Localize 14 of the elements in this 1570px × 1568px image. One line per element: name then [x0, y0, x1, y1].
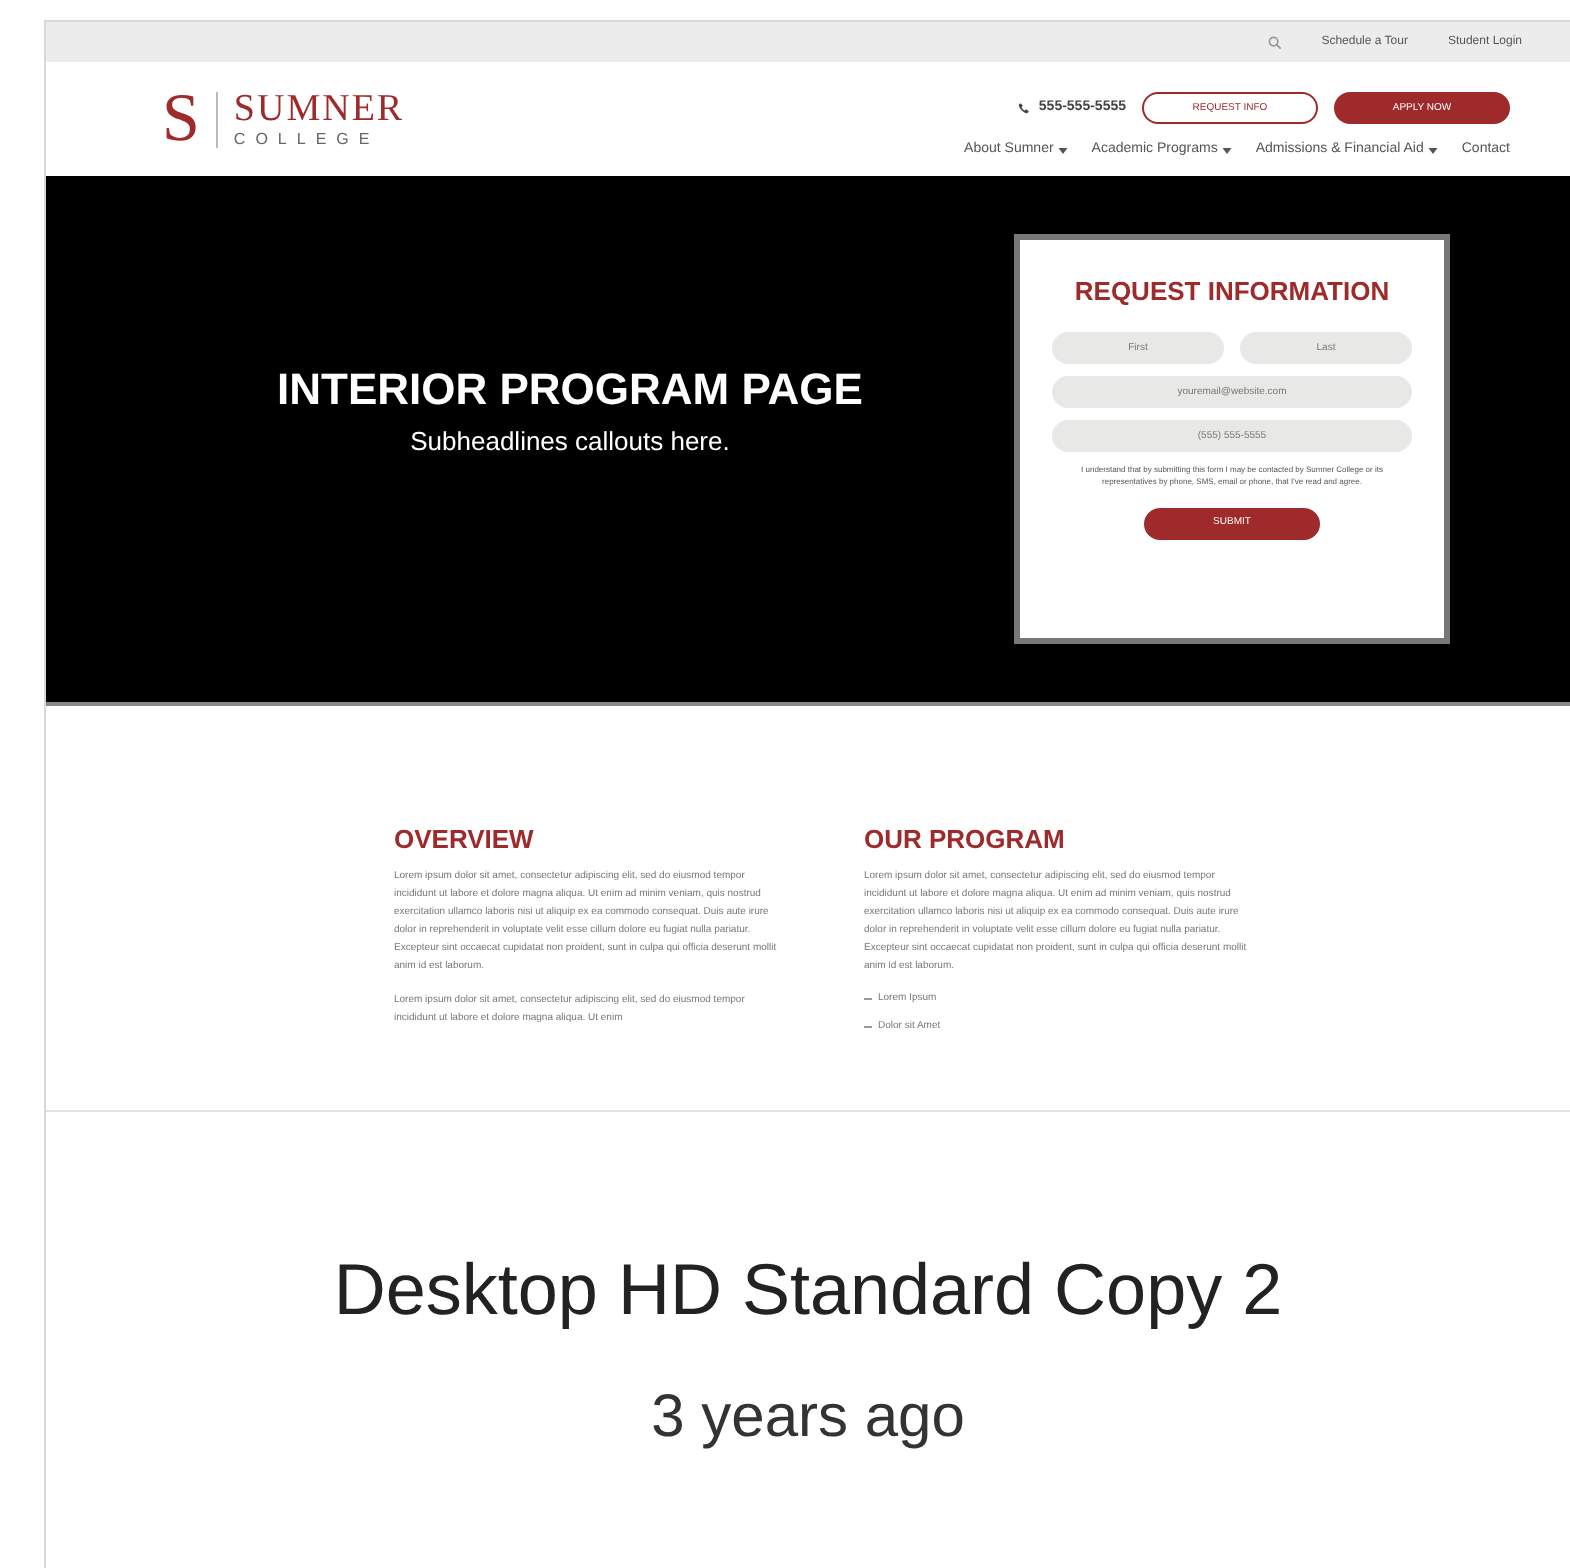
logo-mark: S	[162, 85, 200, 153]
phone-icon	[1018, 102, 1031, 115]
hero-subtitle: Subheadlines callouts here.	[410, 424, 730, 461]
search-icon[interactable]	[1267, 35, 1282, 49]
dash-icon	[864, 997, 872, 999]
design-title: Desktop HD Standard Copy 2	[333, 1246, 1283, 1334]
form-title: REQUEST INFORMATION	[1074, 274, 1390, 310]
logo-name: SUMNER	[233, 90, 405, 128]
section-heading: OVERVIEW	[394, 826, 536, 852]
dash-icon	[864, 1025, 872, 1027]
hero-title: INTERIOR PROGRAM PAGE	[277, 362, 863, 419]
timestamp: 3 years ago	[651, 1382, 965, 1454]
section-heading: OUR PROGRAM	[864, 826, 1067, 852]
logo-subtitle: COLLEGE	[233, 132, 382, 148]
